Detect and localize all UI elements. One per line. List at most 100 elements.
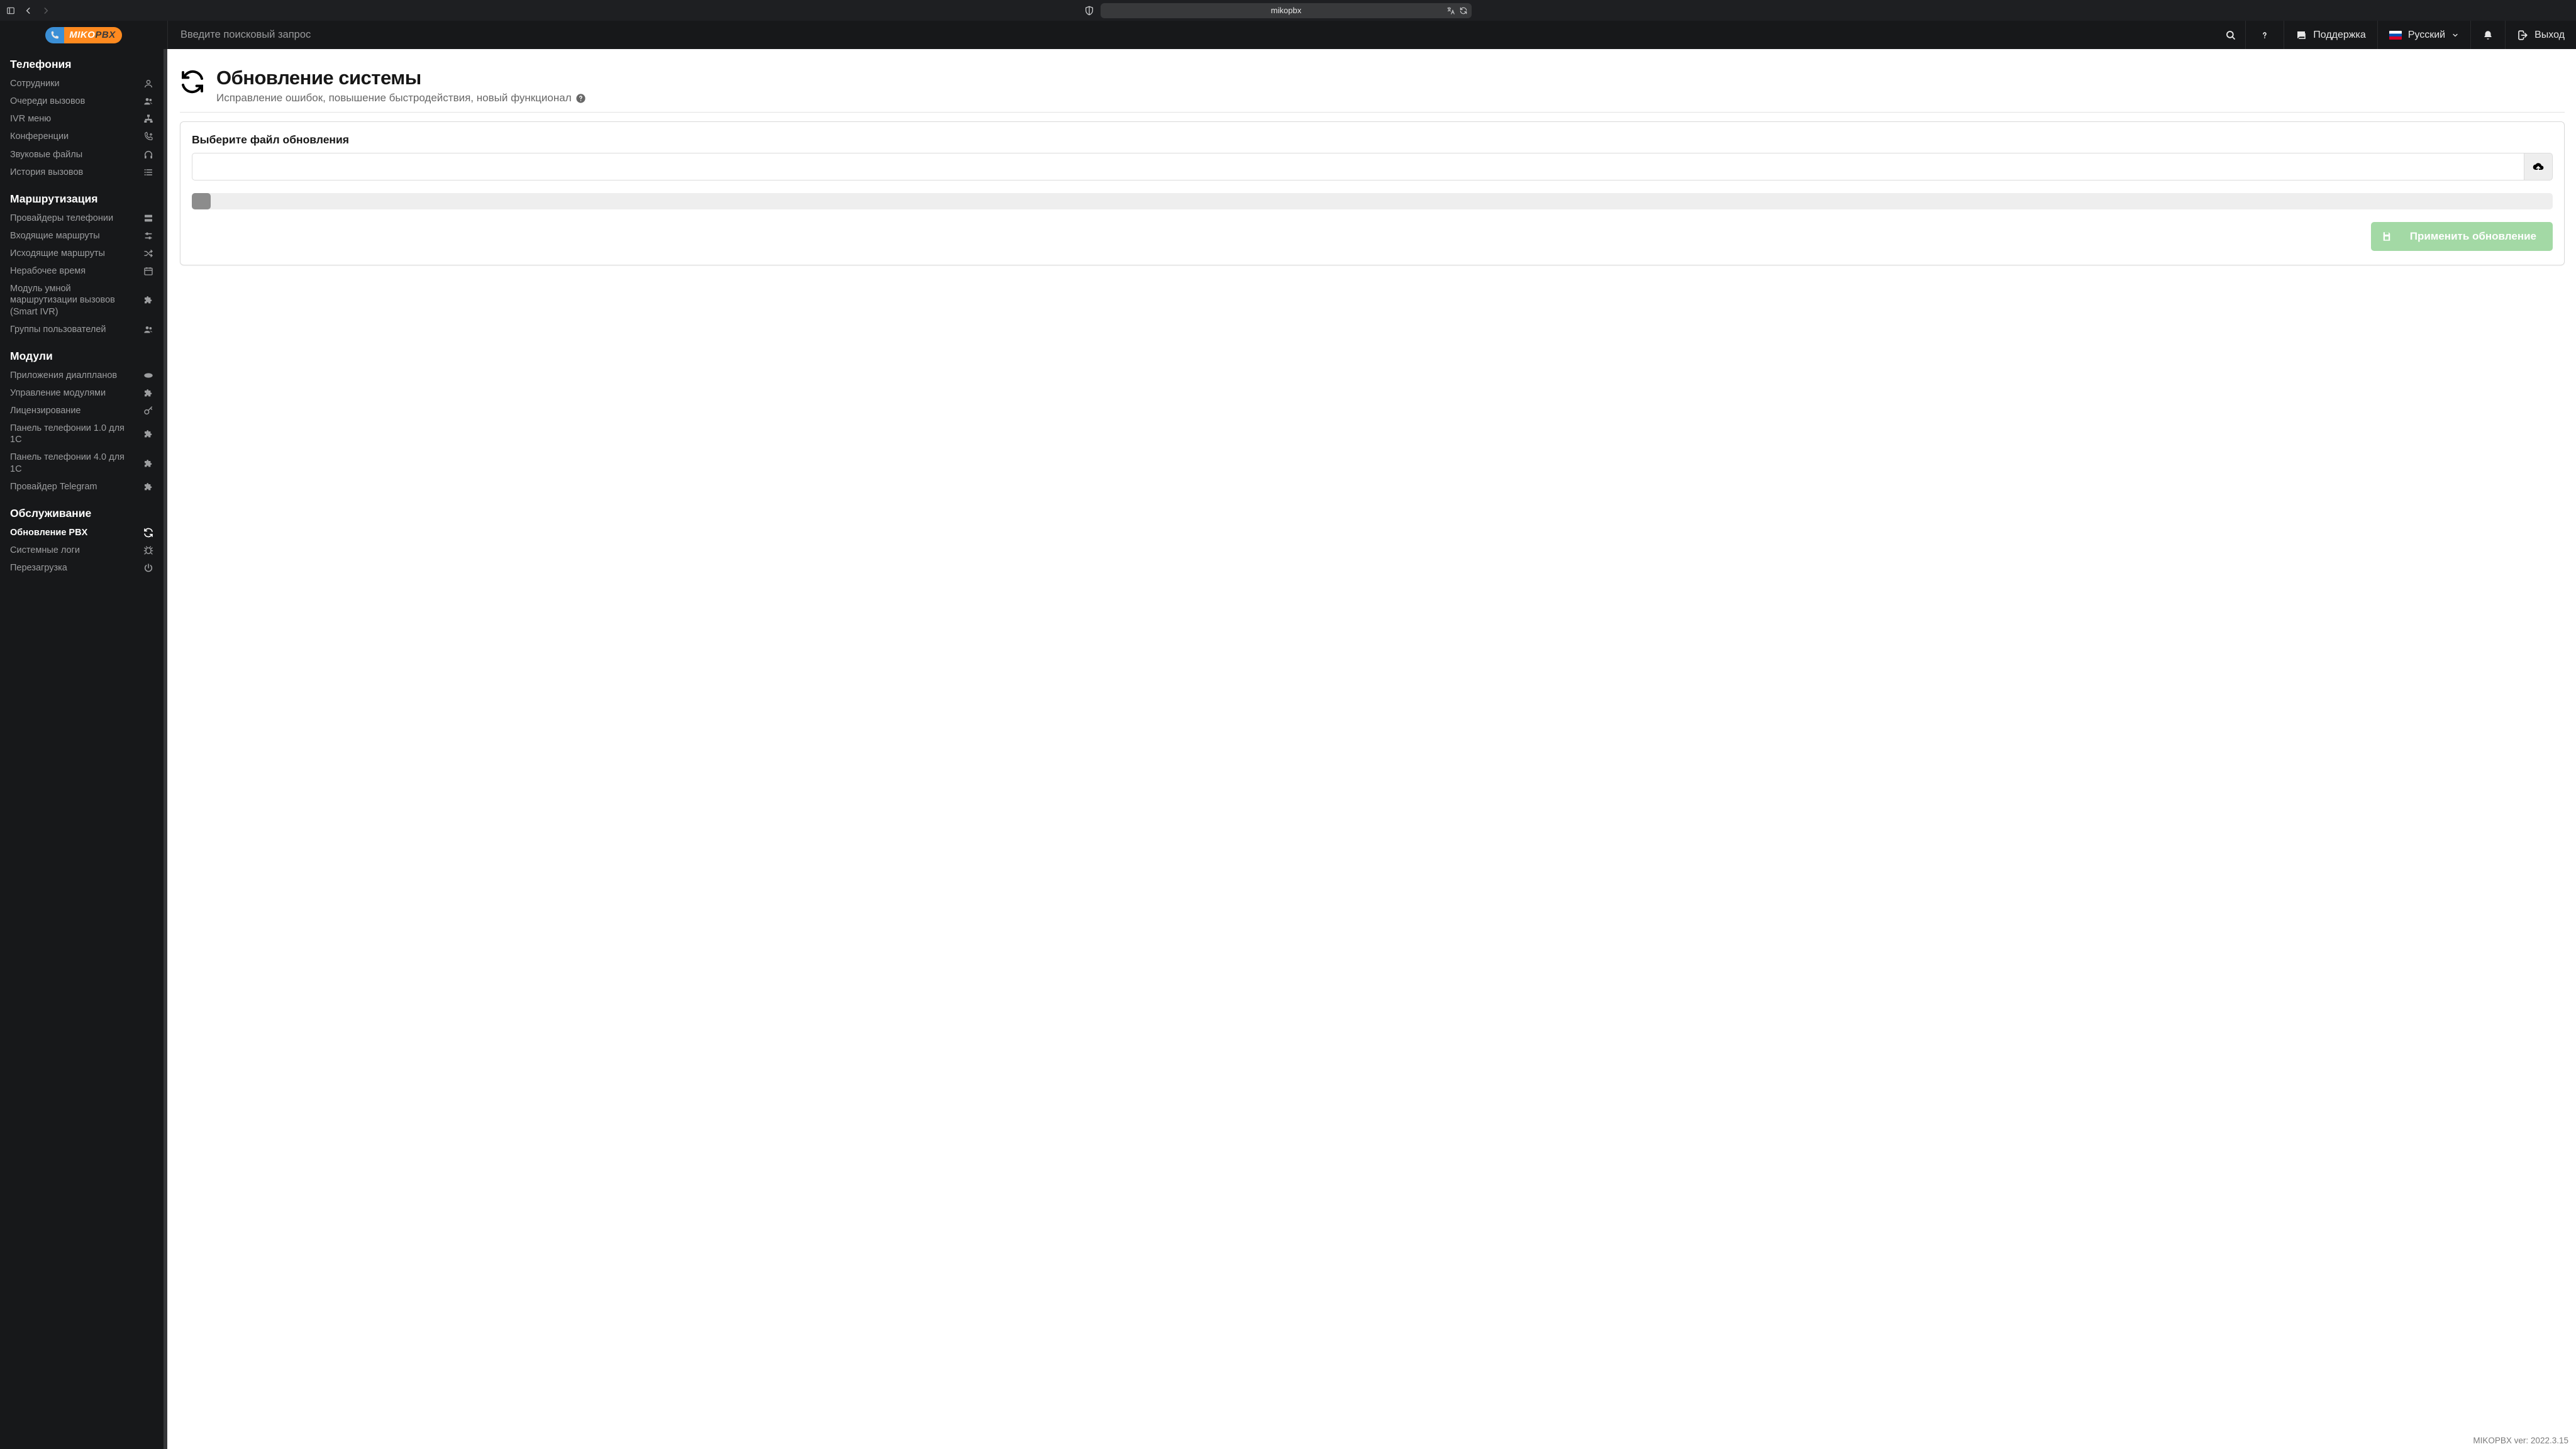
sidebar-item-label: IVR меню [10, 113, 137, 125]
save-icon [2381, 231, 2392, 242]
sidebar-item-label: Приложения диалпланов [10, 370, 137, 381]
user-icon [143, 79, 153, 89]
sidebar-item[interactable]: Провайдер Telegram [0, 478, 164, 496]
sidebar-item[interactable]: История вызовов [0, 164, 164, 181]
sidebar-item-label: Звуковые файлы [10, 149, 137, 160]
sidebar-item-label: Группы пользователей [10, 324, 137, 335]
sidebar-item[interactable]: Панель телефонии 4.0 для 1С [0, 448, 164, 477]
search-bar[interactable] [167, 21, 2245, 49]
help-icon[interactable] [575, 93, 586, 104]
power-icon [143, 563, 153, 573]
url-text: mikopbx [1271, 6, 1301, 15]
sidebar-item-label: Сотрудники [10, 78, 137, 89]
sidebar-item-label: Панель телефонии 4.0 для 1С [10, 452, 137, 474]
sidebar-item-label: Панель телефонии 1.0 для 1С [10, 423, 137, 445]
php-icon [143, 370, 153, 380]
puzzle-icon [143, 482, 153, 492]
users-icon [143, 96, 153, 106]
chevron-down-icon [2451, 31, 2459, 39]
sidebar-item-label: История вызовов [10, 167, 137, 178]
sidebar-item[interactable]: Очереди вызовов [0, 92, 164, 110]
calendar-icon [143, 266, 153, 276]
users-icon [143, 325, 153, 335]
notifications-button[interactable] [2470, 21, 2505, 49]
search-input[interactable] [180, 29, 2219, 41]
language-label: Русский [2408, 30, 2445, 41]
toggle-sidebar-icon[interactable] [6, 6, 15, 15]
sync-icon [180, 69, 205, 94]
file-path-input[interactable] [192, 153, 2524, 180]
sidebar-item-label: Конференции [10, 131, 137, 142]
sidebar-item[interactable]: Звуковые файлы [0, 146, 164, 164]
bell-icon [2482, 30, 2494, 41]
new-tab-icon[interactable] [2542, 6, 2551, 15]
upload-progress [192, 193, 2553, 209]
sidebar-item[interactable]: Лицензирование [0, 402, 164, 419]
sidebar-item-label: Лицензирование [10, 405, 137, 416]
question-icon [2260, 28, 2270, 42]
sidebar-group-title: Телефония [0, 49, 164, 75]
upload-button[interactable] [2524, 153, 2553, 180]
sidebar-item[interactable]: Приложения диалпланов [0, 367, 164, 384]
upload-progress-bar [192, 193, 211, 209]
sidebar: Телефония Сотрудники Очереди вызовов IVR ме… [0, 49, 167, 1449]
sidebar-item[interactable]: Конференции [0, 128, 164, 145]
list-icon [143, 167, 153, 177]
logout-button[interactable]: Выход [2505, 21, 2576, 49]
support-button[interactable]: Поддержка [2284, 21, 2377, 49]
puzzle-icon [143, 388, 153, 398]
app-topbar: MIKOPBX Поддержка Русский Выход [0, 21, 2576, 49]
sidebar-item[interactable]: Группы пользователей [0, 321, 164, 338]
shuffle-icon [143, 248, 153, 258]
address-bar[interactable]: mikopbx [1101, 3, 1472, 18]
sidebar-item-label: Модуль умной маршрутизации вызовов (Smar… [10, 283, 137, 317]
sidebar-item-label: Перезагрузка [10, 562, 137, 574]
sidebar-item[interactable]: Системные логи [0, 541, 164, 559]
sidebar-item-label: Исходящие маршруты [10, 248, 137, 259]
sidebar-item[interactable]: Перезагрузка [0, 559, 164, 577]
share-icon[interactable] [2524, 6, 2533, 15]
logo[interactable]: MIKOPBX [0, 27, 167, 43]
reload-icon[interactable] [1459, 6, 1468, 15]
apply-update-button[interactable]: Применить обновление [2371, 222, 2553, 251]
help-button[interactable] [2245, 21, 2284, 49]
sidebar-item[interactable]: IVR меню [0, 110, 164, 128]
sidebar-item[interactable]: Обновление PBX [0, 524, 164, 541]
sidebar-item[interactable]: Нерабочее время [0, 262, 164, 280]
translate-icon[interactable] [1446, 6, 1455, 15]
language-selector[interactable]: Русский [2377, 21, 2470, 49]
sidebar-group-title: Обслуживание [0, 496, 164, 524]
puzzle-icon [143, 458, 153, 469]
tabs-icon[interactable] [2560, 6, 2570, 15]
browser-chrome: mikopbx [0, 0, 2576, 21]
support-label: Поддержка [2313, 30, 2365, 41]
sidebar-item-label: Нерабочее время [10, 265, 137, 277]
privacy-shield-icon[interactable] [1084, 6, 1094, 16]
puzzle-icon [143, 429, 153, 439]
sidebar-item[interactable]: Провайдеры телефонии [0, 209, 164, 227]
sidebar-item[interactable]: Управление модулями [0, 384, 164, 402]
sync-icon [143, 528, 153, 538]
logo-text: MIKOPBX [64, 27, 122, 43]
sidebar-group-title: Модули [0, 338, 164, 367]
sidebar-item[interactable]: Панель телефонии 1.0 для 1С [0, 419, 164, 448]
sidebar-item[interactable]: Входящие маршруты [0, 227, 164, 245]
nav-forward-icon [42, 6, 50, 15]
key-icon [143, 406, 153, 416]
search-icon[interactable] [2225, 30, 2236, 41]
nav-back-icon[interactable] [24, 6, 33, 15]
puzzle-icon [143, 295, 153, 305]
apply-update-label: Применить обновление [2410, 230, 2536, 243]
sidebar-item[interactable]: Сотрудники [0, 75, 164, 92]
sidebar-item[interactable]: Исходящие маршруты [0, 245, 164, 262]
logout-icon [2517, 30, 2528, 41]
sidebar-item-label: Обновление PBX [10, 527, 137, 538]
headphones-icon [143, 150, 153, 160]
page-subtitle: Исправление ошибок, повышение быстродейс… [216, 92, 586, 104]
cloud-upload-icon [2532, 160, 2545, 173]
file-select-label: Выберите файл обновления [192, 133, 2553, 147]
downloads-icon[interactable] [2506, 6, 2515, 15]
page-title: Обновление системы [216, 67, 586, 89]
sidebar-item[interactable]: Модуль умной маршрутизации вызовов (Smar… [0, 280, 164, 320]
main-content: Обновление системы Исправление ошибок, п… [167, 49, 2576, 1449]
